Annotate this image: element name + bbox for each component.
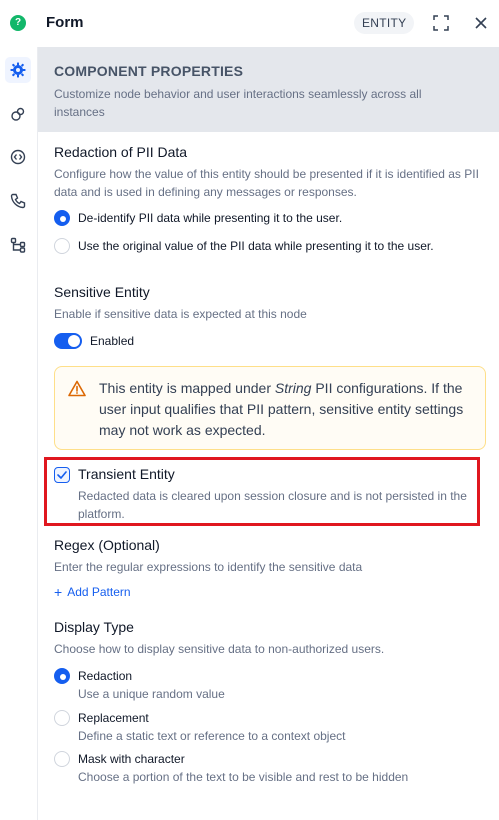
sensitive-toggle-row: Enabled [54,333,134,349]
display-type-description: Choose how to display sensitive data to … [54,642,385,656]
gear-icon[interactable] [5,57,31,83]
radio-button[interactable] [54,668,70,684]
close-icon[interactable] [470,12,492,34]
radio-sublabel: Use a unique random value [78,687,225,701]
sidebar [0,47,38,820]
add-pattern-label: Add Pattern [67,585,131,599]
redaction-title: Redaction of PII Data [54,144,188,160]
radio-button[interactable] [54,710,70,726]
radio-label: Replacement [78,711,149,725]
sensitive-toggle[interactable] [54,333,82,349]
redaction-description: Configure how the value of this entity s… [54,167,479,199]
radio-replacement[interactable]: Replacement Define a static text or refe… [54,709,345,745]
transient-title: Transient Entity [78,466,175,482]
radio-deidentify[interactable]: De-identify PII data while presenting it… [54,209,342,227]
sensitive-description: Enable if sensitive data is expected at … [54,307,307,321]
transient-checkbox[interactable] [54,467,70,483]
radio-label: De-identify PII data while presenting it… [78,211,343,225]
display-type-title: Display Type [54,619,134,635]
panel-title: Form [46,14,84,31]
radio-mask-character[interactable]: Mask with character Choose a portion of … [54,750,408,786]
radio-original-value[interactable]: Use the original value of the PII data w… [54,237,434,255]
link-icon[interactable] [5,101,31,127]
radio-button[interactable] [54,751,70,767]
entity-badge: ENTITY [354,12,415,34]
sensitive-title: Sensitive Entity [54,284,150,300]
toggle-label: Enabled [90,334,135,348]
radio-sublabel: Choose a portion of the text to be visib… [78,770,409,784]
expand-icon[interactable] [430,12,452,34]
panel-header: ? Form ENTITY [0,0,499,47]
radio-label: Use the original value of the PII data w… [78,239,434,253]
radio-sublabel: Define a static text or reference to a c… [78,729,346,743]
code-icon[interactable] [5,144,31,170]
chat-logo-icon: ? [10,15,26,31]
radio-button[interactable] [54,210,70,226]
plus-icon: + [54,584,63,600]
add-pattern-button[interactable]: + Add Pattern [54,585,131,599]
radio-label: Mask with character [78,752,185,766]
warning-text: This entity is mapped under String PII c… [99,380,464,438]
regex-title: Regex (Optional) [54,537,160,553]
radio-label: Redaction [78,669,133,683]
properties-panel: COMPONENT PROPERTIES Customize node beha… [38,47,499,820]
transient-description: Redacted data is cleared upon session cl… [78,489,467,521]
banner-title: COMPONENT PROPERTIES [54,63,244,79]
phone-icon[interactable] [5,188,31,214]
warning-icon [68,380,86,402]
check-icon [57,471,67,479]
regex-description: Enter the regular expressions to identif… [54,560,363,574]
component-properties-banner: COMPONENT PROPERTIES Customize node beha… [38,47,499,132]
warning-callout: This entity is mapped under String PII c… [54,366,486,450]
banner-description: Customize node behavior and user interac… [54,87,422,119]
flow-icon[interactable] [5,232,31,258]
radio-button[interactable] [54,238,70,254]
radio-redaction[interactable]: Redaction Use a unique random value [54,667,225,703]
